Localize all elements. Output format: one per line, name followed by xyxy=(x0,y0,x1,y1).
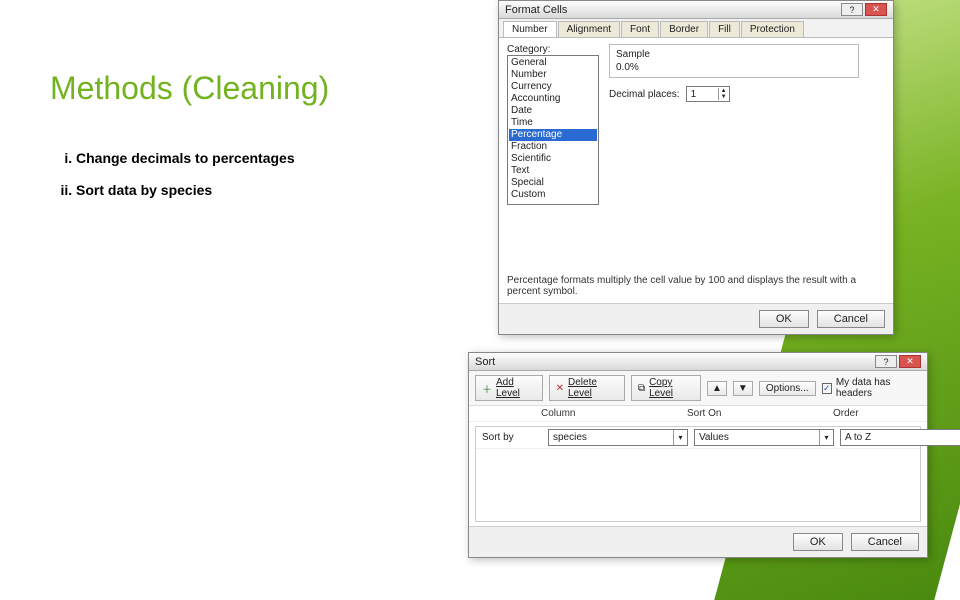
format-cells-title: Format Cells xyxy=(505,4,567,16)
sample-value: 0.0% xyxy=(616,62,852,73)
slide-title: Methods (Cleaning) xyxy=(50,70,329,107)
sorton-select[interactable]: Values▾ xyxy=(694,429,834,446)
cat-scientific[interactable]: Scientific xyxy=(509,153,597,165)
tab-number[interactable]: Number xyxy=(503,21,557,37)
cat-currency[interactable]: Currency xyxy=(509,81,597,93)
tab-font[interactable]: Font xyxy=(621,21,659,37)
col-header-column: Column xyxy=(541,408,681,419)
chevron-down-icon[interactable]: ▼ xyxy=(719,94,729,100)
category-label: Category: xyxy=(507,44,599,55)
sort-title: Sort xyxy=(475,356,495,368)
checkbox-icon: ✓ xyxy=(822,383,832,394)
cat-text[interactable]: Text xyxy=(509,165,597,177)
sort-titlebar: Sort ? ✕ xyxy=(469,353,927,371)
plus-icon: ＋ xyxy=(482,381,492,396)
sort-levels-area: Sort by species▾ Values▾ A to Z▾ xyxy=(475,426,921,522)
copy-icon: ⧉ xyxy=(638,383,645,394)
sample-label: Sample xyxy=(616,49,852,60)
tab-fill[interactable]: Fill xyxy=(709,21,740,37)
row-label: Sort by xyxy=(482,432,542,443)
col-header-order: Order xyxy=(833,408,960,419)
x-icon: ✕ xyxy=(556,383,564,394)
format-cells-dialog: Format Cells ? ✕ Number Alignment Font B… xyxy=(498,0,894,335)
cat-general[interactable]: General xyxy=(509,57,597,69)
copy-level-button[interactable]: ⧉ Copy Level xyxy=(631,375,701,401)
move-down-button[interactable]: ▼ xyxy=(733,381,753,396)
ok-button[interactable]: OK xyxy=(759,310,809,328)
headers-checkbox[interactable]: ✓ My data has headers xyxy=(822,377,921,399)
cat-number[interactable]: Number xyxy=(509,69,597,81)
sample-box: Sample 0.0% xyxy=(609,44,859,78)
close-icon[interactable]: ✕ xyxy=(865,3,887,16)
delete-level-button[interactable]: ✕ Delete Level xyxy=(549,375,625,401)
cat-special[interactable]: Special xyxy=(509,177,597,189)
cancel-button[interactable]: Cancel xyxy=(817,310,885,328)
bullet-2: Sort data by species xyxy=(76,182,440,198)
col-header-sorton: Sort On xyxy=(687,408,827,419)
chevron-down-icon: ▾ xyxy=(819,430,833,445)
cat-custom[interactable]: Custom xyxy=(509,189,597,201)
chevron-down-icon: ▼ xyxy=(738,383,748,394)
format-cells-tabs: Number Alignment Font Border Fill Protec… xyxy=(499,19,893,38)
chevron-down-icon: ▾ xyxy=(673,430,687,445)
decimal-places-stepper[interactable]: 1 ▲▼ xyxy=(686,86,730,102)
cat-percentage[interactable]: Percentage xyxy=(509,129,597,141)
tab-border[interactable]: Border xyxy=(660,21,708,37)
chevron-up-icon: ▲ xyxy=(712,383,722,394)
help-button[interactable]: ? xyxy=(875,355,897,368)
cat-date[interactable]: Date xyxy=(509,105,597,117)
cat-accounting[interactable]: Accounting xyxy=(509,93,597,105)
ok-button[interactable]: OK xyxy=(793,533,843,551)
tab-alignment[interactable]: Alignment xyxy=(558,21,620,37)
cat-fraction[interactable]: Fraction xyxy=(509,141,597,153)
options-button[interactable]: Options... xyxy=(759,381,816,396)
slide-body: Change decimals to percentages Sort data… xyxy=(40,150,440,214)
close-icon[interactable]: ✕ xyxy=(899,355,921,368)
format-cells-titlebar: Format Cells ? ✕ xyxy=(499,1,893,19)
bullet-1: Change decimals to percentages xyxy=(76,150,440,166)
decimal-places-label: Decimal places: xyxy=(609,89,680,100)
order-select[interactable]: A to Z▾ xyxy=(840,429,960,446)
move-up-button[interactable]: ▲ xyxy=(707,381,727,396)
help-button[interactable]: ? xyxy=(841,3,863,16)
tab-protection[interactable]: Protection xyxy=(741,21,804,37)
column-select[interactable]: species▾ xyxy=(548,429,688,446)
category-list[interactable]: General Number Currency Accounting Date … xyxy=(507,55,599,205)
add-level-button[interactable]: ＋ Add Level xyxy=(475,375,543,401)
cancel-button[interactable]: Cancel xyxy=(851,533,919,551)
decimal-places-value: 1 xyxy=(691,89,697,100)
sort-dialog: Sort ? ✕ ＋ Add Level ✕ Delete Level ⧉ Co… xyxy=(468,352,928,558)
format-hint: Percentage formats multiply the cell val… xyxy=(507,275,885,297)
cat-time[interactable]: Time xyxy=(509,117,597,129)
